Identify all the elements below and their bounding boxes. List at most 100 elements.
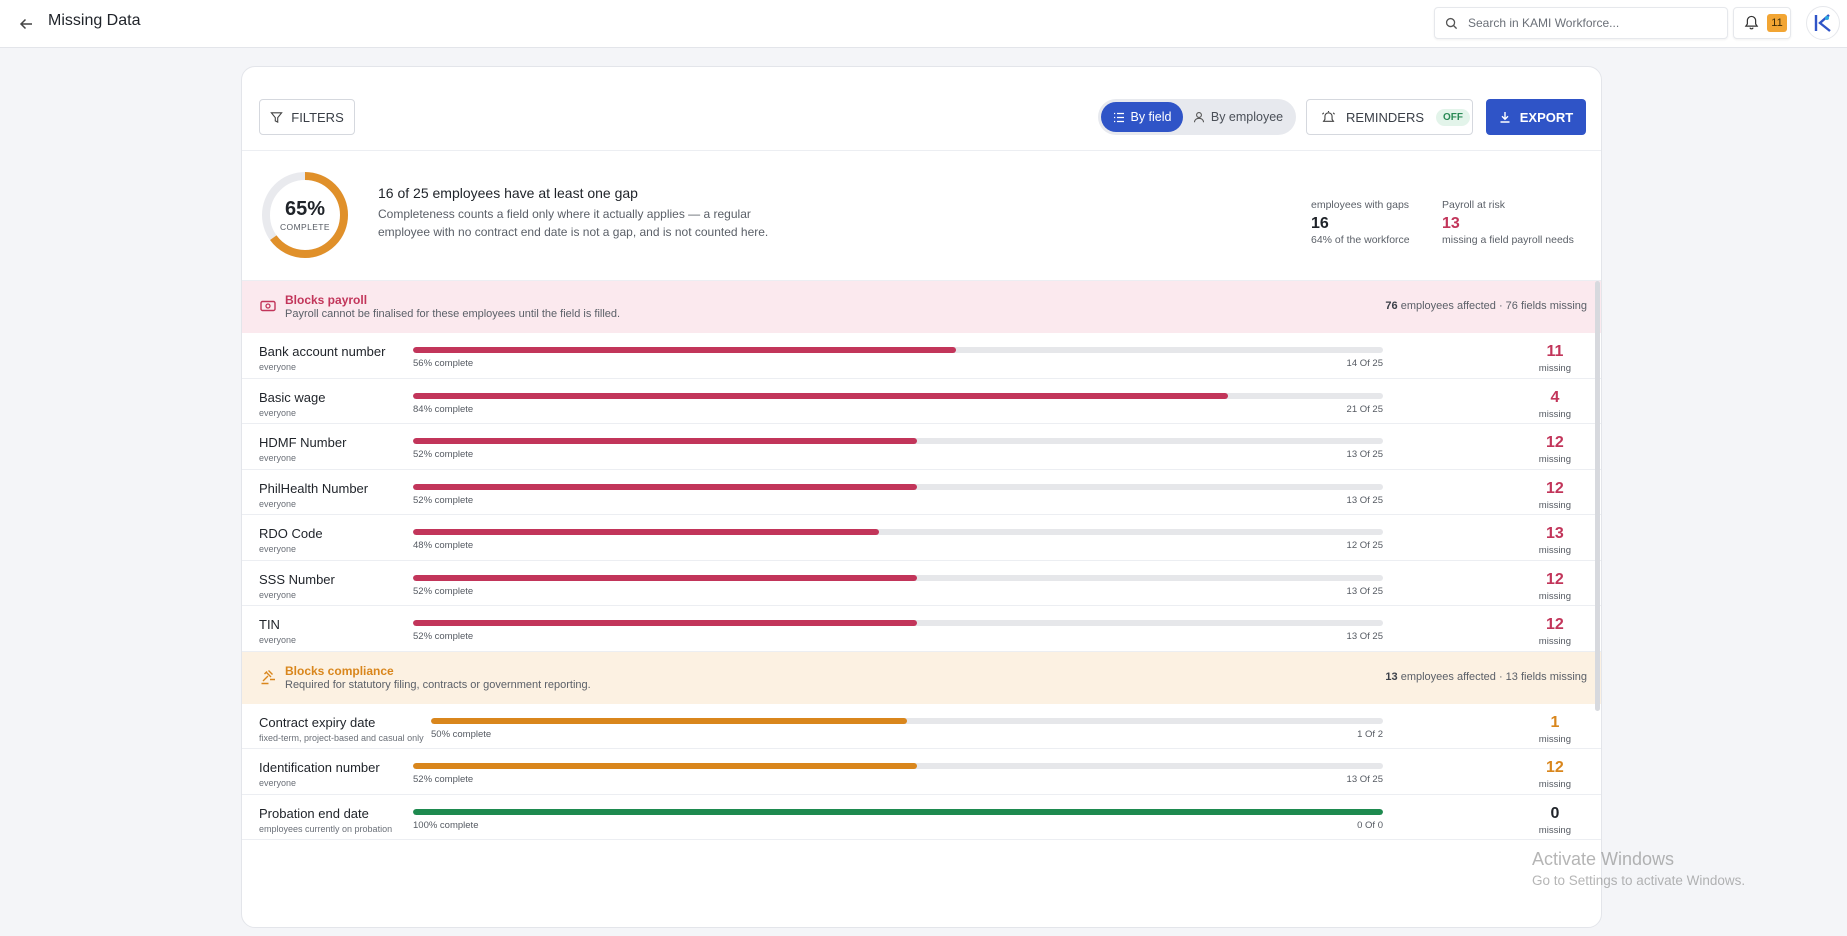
field-row[interactable]: RDO Code everyone 48% complete 12 Of 25 13 mi… [242,515,1601,561]
notification-count-badge: 11 [1767,14,1787,32]
completion-percent: 65% [284,198,326,220]
field-scope: everyone [259,407,297,418]
search-input[interactable] [1468,16,1718,30]
field-scope: everyone [259,635,297,645]
windows-activation-title: Activate Windows [1532,849,1675,869]
missing-label: missing [1538,824,1571,836]
group-header: Blocks payroll Payroll cannot be finalise… [242,281,1601,333]
missing-number: 1 [1550,713,1560,731]
view-by-field-label: By field [1130,110,1172,124]
missing-label: missing [1538,779,1571,790]
field-row[interactable]: Contract expiry date fixed-term, project-… [242,704,1601,749]
field-scope: everyone [259,498,297,509]
view-toggle: By field By employee [1098,99,1296,135]
missing-label: missing [1538,454,1571,465]
missing-number: 12 [1546,759,1564,776]
completion-track [413,808,1383,815]
missing-number: 0 [1550,804,1560,822]
filters-button[interactable]: FILTERS [259,99,355,135]
field-row[interactable]: HDMF Number everyone 52% complete 13 Of 25 1… [242,424,1601,470]
export-button[interactable]: EXPORT [1486,99,1586,135]
download-icon [1500,112,1510,123]
completion-count-text: 13 Of 25 [1346,631,1383,642]
filter-icon [270,111,284,123]
card-toolbar: FILTERS By field By employee REMINDERS O… [242,67,1601,151]
reminders-toggle[interactable]: REMINDERS OFF [1306,99,1473,135]
stat-payroll-at-risk: Payroll at risk 13 missing a field payro… [1442,199,1574,246]
field-scope: employees currently on probation [259,823,393,834]
missing-label: missing [1538,590,1571,602]
filters-label: FILTERS [291,109,344,125]
user-icon [1193,112,1204,123]
completion-percent-text: 56% complete [413,358,474,369]
field-row[interactable]: Identification number everyone 52% complet… [242,749,1601,795]
field-name: TIN [259,617,280,632]
field-name: Identification number [259,760,380,775]
completion-percent-text: 52% complete [413,449,474,460]
field-scope: everyone [259,589,297,600]
missing-count: 13 missing [1539,525,1571,556]
completion-count-text: 12 Of 25 [1346,540,1383,551]
completion-count-text: 13 Of 25 [1346,585,1383,597]
completion-bar [431,717,907,724]
completion-percent-text: 50% complete [431,728,492,740]
notifications-button[interactable]: 11 [1733,7,1791,39]
back-button[interactable] [14,12,38,36]
reminders-label: REMINDERS [1346,109,1425,125]
field-name: Contract expiry date [259,714,376,730]
summary-description: Completeness counts a field only where i… [378,207,769,239]
group-affected-count: 76 [1385,300,1398,312]
missing-number: 11 [1546,343,1564,360]
field-name: SSS Number [259,571,335,587]
app-logo[interactable] [1806,6,1840,40]
windows-activation-subtitle: Go to Settings to activate Windows. [1532,873,1746,888]
completion-track [413,574,1383,581]
scrollbar-thumb[interactable] [1595,281,1600,711]
completion-count-text: 0 Of 0 [1357,819,1383,831]
completion-bar [413,574,918,581]
arrow-left-icon [19,18,32,30]
completion-track [413,347,1383,353]
donut-label: 65% COMPLETE [259,169,351,261]
field-name: Basic wage [259,389,326,405]
view-by-employee-button[interactable]: By employee [1183,102,1293,132]
completion-bar [413,808,1383,815]
field-name: PhilHealth Number [259,480,369,496]
field-row[interactable]: TIN everyone 52% complete 13 Of 25 12 missing [242,606,1601,652]
missing-number: 13 [1546,525,1564,542]
field-name: RDO Code [259,526,323,541]
field-row[interactable]: Basic wage everyone 84% complete 21 Of 25 4 m… [242,379,1601,424]
missing-data-card: FILTERS By field By employee REMINDERS O… [241,66,1602,928]
completion-percent-text: 48% complete [413,540,474,551]
view-by-field-button[interactable]: By field [1101,102,1183,132]
field-row[interactable]: Bank account number everyone 56% complete 1… [242,333,1601,379]
completion-count-text: 13 Of 25 [1346,494,1383,506]
missing-number: 12 [1546,570,1564,588]
missing-number: 12 [1546,616,1564,633]
completion-track [413,529,1383,535]
money-icon [259,297,277,315]
completion-track [413,763,1383,769]
search-box[interactable] [1434,7,1728,39]
missing-label: missing [1538,363,1571,374]
completion-track [413,392,1383,399]
group-summary-text: employees affected · 76 fields missing [1397,300,1587,312]
missing-count: 12 missing [1539,759,1571,790]
field-row[interactable]: PhilHealth Number everyone 52% complete 13 … [242,470,1601,515]
field-scope: everyone [259,778,297,788]
group-header: Blocks compliance Required for statutory … [242,651,1601,704]
missing-count: 11 missing [1539,343,1571,374]
missing-count: 12 missing [1539,480,1571,511]
completion-bar [413,763,918,769]
field-row[interactable]: SSS Number everyone 52% complete 13 Of 25 12… [242,561,1601,606]
stat-value: 13 [1442,215,1460,232]
completion-bar [413,620,918,626]
completion-bar [413,392,1228,399]
completion-percent-text: 100% complete [413,819,479,831]
stat-label: Payroll at risk [1442,199,1506,211]
completion-percent-text: 52% complete [413,585,474,597]
field-row[interactable]: Probation end date employees currently on… [242,795,1601,840]
group-summary: 13 employees affected · 13 fields missin… [1385,671,1587,683]
stat-note: missing a field payroll needs [1442,234,1574,246]
alarm-bell-icon [1322,110,1335,122]
